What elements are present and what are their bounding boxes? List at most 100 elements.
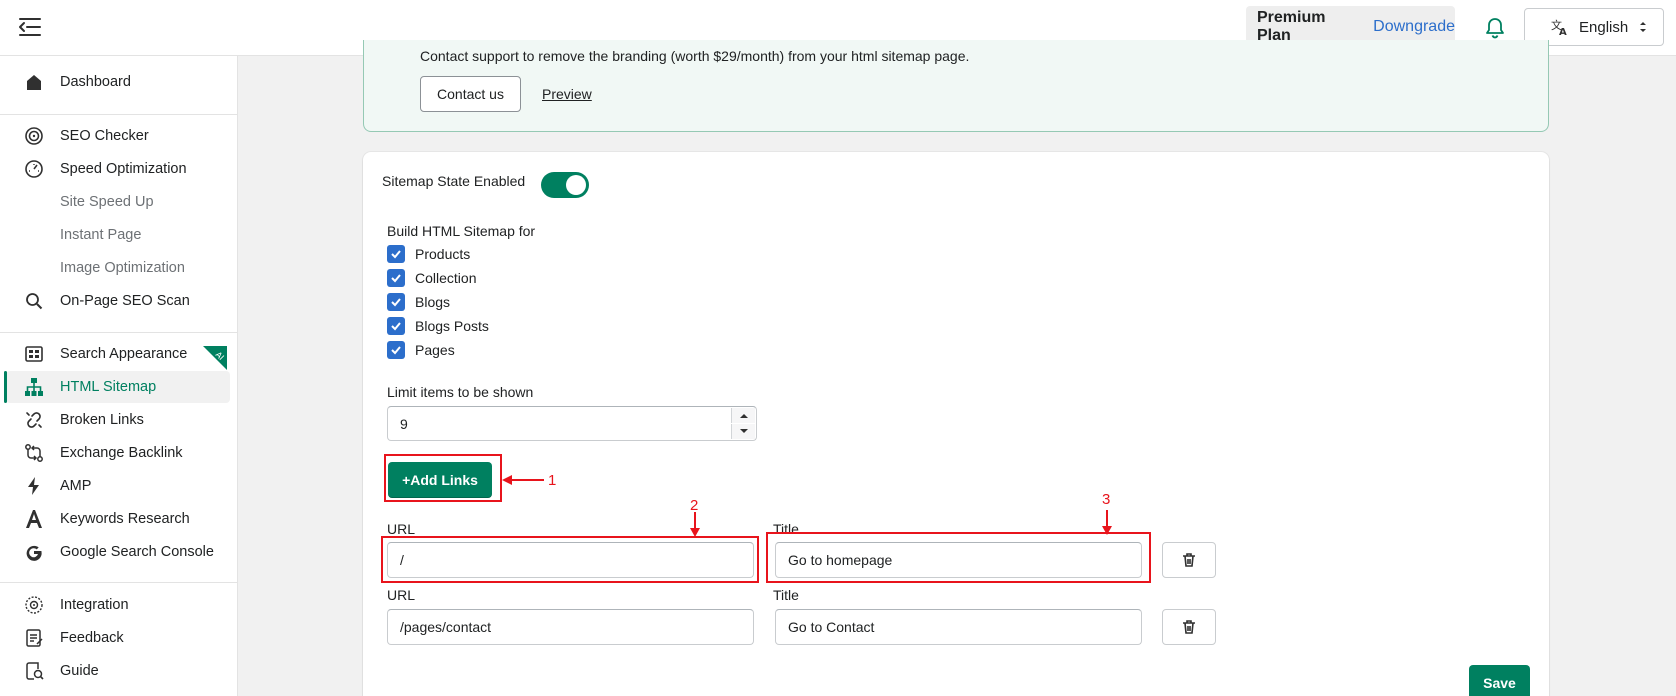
sitemap-settings-card: Sitemap State Enabled Build HTML Sitemap… [363,152,1549,696]
trash-icon [1183,553,1195,567]
url-input[interactable]: /pages/contact [387,609,754,645]
checkbox-label: Pages [415,342,455,358]
grid-icon [25,346,43,362]
sidebar-item-label: Image Optimization [60,260,185,276]
checkbox-collection[interactable]: Collection [387,268,476,288]
sidebar-item-instant-page[interactable]: Instant Page [6,219,230,251]
sidebar-item-label: Broken Links [60,412,144,428]
annotation-box-title [766,532,1151,583]
annotation-number-3: 3 [1102,491,1111,508]
sitemap-state-label: Sitemap State Enabled [382,173,526,189]
sidebar-item-keywords-research[interactable]: Keywords Research [6,503,230,535]
sidebar-item-label: On-Page SEO Scan [60,293,190,309]
checkbox-pages[interactable]: Pages [387,340,455,360]
annotation-number-1: 1 [548,472,557,489]
url-label: URL [387,521,416,537]
checkbox-label: Products [415,246,471,262]
ai-badge: AI [203,346,227,370]
spin-up-icon[interactable] [731,408,755,423]
sidebar-item-seo-checker[interactable]: SEO Checker [6,120,230,152]
lightning-icon [28,477,39,495]
sidebar-item-label: Google Search Console [60,544,214,560]
divider [0,582,238,583]
checkbox-checked-icon [387,269,405,287]
select-arrows-icon [1640,22,1646,32]
sidebar-item-feedback[interactable]: Feedback [6,622,230,654]
sidebar-item-on-page-seo-scan[interactable]: On-Page SEO Scan [6,285,230,317]
sidebar-item-broken-links[interactable]: Broken Links [6,404,230,436]
title-input[interactable]: Go to Contact [775,609,1142,645]
home-icon [27,75,41,90]
sidebar-item-label: Search Appearance [60,346,188,362]
delete-link-button[interactable] [1162,542,1216,578]
sidebar-item-label: HTML Sitemap [60,379,157,395]
banner-text: Contact support to remove the branding (… [420,48,970,64]
translate-icon: 文 A [1551,18,1567,36]
sidebar-item-label: Integration [60,597,129,613]
sidebar-item-integration[interactable]: Integration [6,589,230,621]
branding-banner: Contact support to remove the branding (… [363,40,1549,132]
sidebar-item-label: Dashboard [60,74,131,90]
sidebar-item-google-search-console[interactable]: Google Search Console [6,536,230,568]
sidebar-item-label: Site Speed Up [60,194,154,210]
sidebar-item-amp[interactable]: AMP [6,470,230,502]
checkbox-blogs[interactable]: Blogs [387,292,450,312]
integration-icon [25,596,43,614]
limit-items-label: Limit items to be shown [387,384,534,400]
checkbox-products[interactable]: Products [387,244,470,264]
save-button[interactable]: Save [1469,665,1530,696]
sidebar-item-exchange-backlink[interactable]: Exchange Backlink [6,437,230,469]
checkbox-blogs-posts[interactable]: Blogs Posts [387,316,489,336]
build-sitemap-label: Build HTML Sitemap for [387,223,536,239]
checkbox-label: Blogs [415,294,451,310]
limit-items-value: 9 [400,415,408,432]
target-icon [25,127,43,145]
divider [0,114,238,115]
google-icon [26,545,42,561]
title-label: Title [773,587,799,603]
sitemap-state-toggle[interactable] [541,172,589,198]
preview-link[interactable]: Preview [542,86,592,102]
sidebar-item-label: Instant Page [60,227,142,243]
divider [0,332,238,333]
url-label: URL [387,587,416,603]
menu-collapse-icon[interactable] [18,16,42,38]
checkbox-label: Collection [415,270,477,286]
speedometer-icon [25,160,43,178]
sidebar-item-label: Keywords Research [60,511,190,527]
sidebar-item-label: Feedback [60,630,124,646]
spin-down-icon[interactable] [731,424,755,439]
sidebar-item-search-appearance[interactable]: Search Appearance [6,338,230,370]
sidebar-item-dashboard[interactable]: Dashboard [6,66,230,98]
svg-text:A: A [1559,27,1567,36]
guide-icon [26,662,44,680]
exchange-icon [25,444,43,462]
sidebar-item-label: SEO Checker [60,128,149,144]
broken-link-icon [26,412,42,428]
contact-us-button[interactable]: Contact us [420,76,521,112]
annotation-box-url [381,536,759,583]
downgrade-link[interactable]: Downgrade [1373,18,1455,36]
checkbox-checked-icon [387,293,405,311]
url-value: /pages/contact [400,619,492,635]
checkbox-checked-icon [387,341,405,359]
checkbox-label: Blogs Posts [415,318,489,334]
feedback-icon [26,629,43,647]
limit-items-input[interactable]: 9 [387,406,757,441]
checkbox-checked-icon [387,245,405,263]
sidebar-item-image-optimization[interactable]: Image Optimization [6,252,230,284]
annotation-number-2: 2 [690,497,699,514]
sidebar-item-speed-optimization[interactable]: Speed Optimization [6,153,230,185]
language-value: English [1579,18,1629,36]
active-indicator [4,371,7,403]
bell-icon[interactable] [1484,16,1506,40]
delete-link-button[interactable] [1162,609,1216,645]
sitemap-icon [25,378,43,396]
sidebar-item-label: AMP [60,478,92,494]
search-icon [26,293,43,310]
letter-a-icon [26,510,42,528]
sidebar-item-html-sitemap[interactable]: HTML Sitemap [6,371,230,403]
sidebar-item-site-speed-up[interactable]: Site Speed Up [6,186,230,218]
sidebar: Dashboard SEO Checker Speed Optimization… [0,56,238,696]
sidebar-item-guide[interactable]: Guide [6,655,230,687]
